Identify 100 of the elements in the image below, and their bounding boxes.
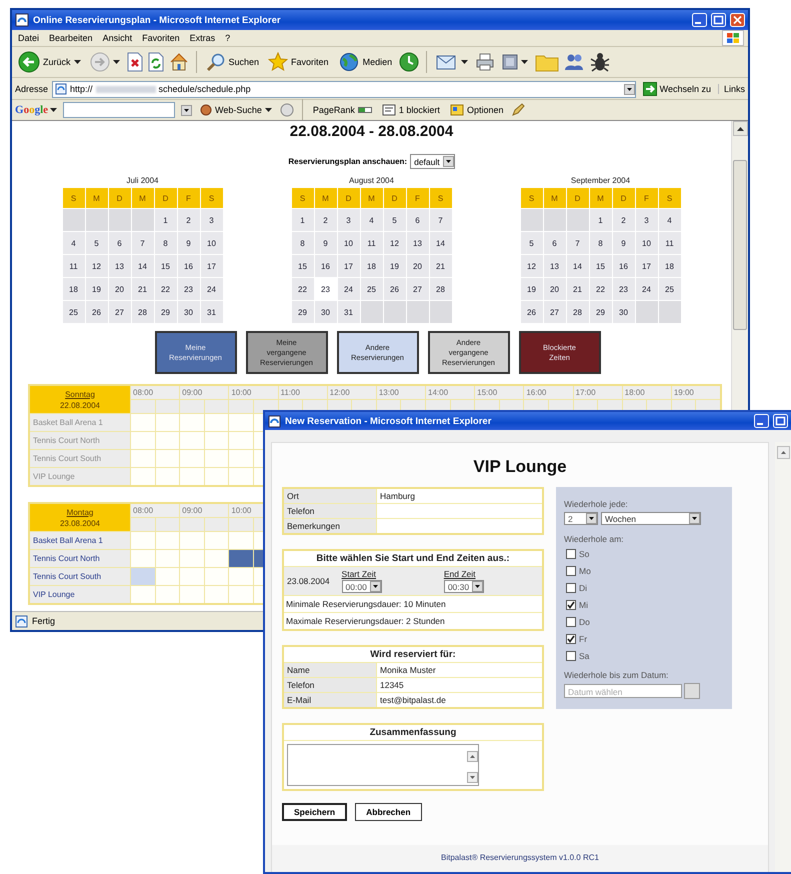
start-time-select[interactable]: 00:00 bbox=[342, 580, 382, 593]
schedule-cell[interactable] bbox=[204, 550, 228, 567]
calendar-day[interactable]: 1 bbox=[590, 209, 612, 231]
calendar-day[interactable]: 27 bbox=[406, 278, 428, 300]
end-time-select[interactable]: 00:30 bbox=[444, 580, 484, 593]
edit-button[interactable] bbox=[500, 53, 530, 71]
calendar-day[interactable]: 3 bbox=[338, 209, 360, 231]
minimize-icon[interactable] bbox=[754, 414, 769, 428]
schedule-cell[interactable] bbox=[204, 468, 228, 485]
home-icon[interactable] bbox=[168, 52, 189, 72]
save-button[interactable]: Speichern bbox=[282, 803, 348, 821]
calendar-day[interactable]: 28 bbox=[566, 301, 588, 323]
schedule-cell[interactable] bbox=[204, 450, 228, 467]
menu-item[interactable]: Ansicht bbox=[102, 33, 132, 43]
calendar-day[interactable]: 6 bbox=[108, 232, 130, 254]
calendar-day[interactable]: 26 bbox=[520, 301, 542, 323]
checkbox[interactable] bbox=[566, 600, 576, 610]
menu-item[interactable]: Bearbeiten bbox=[49, 33, 93, 43]
schedule-cell[interactable] bbox=[156, 586, 180, 603]
schedule-cell[interactable] bbox=[229, 432, 253, 449]
schedule-cell[interactable] bbox=[229, 414, 253, 431]
calendar-day[interactable]: 12 bbox=[520, 255, 542, 277]
scroll-up-button[interactable] bbox=[467, 751, 478, 762]
calendar-day[interactable]: 4 bbox=[658, 209, 680, 231]
search-icon[interactable] bbox=[206, 52, 226, 72]
day-name[interactable]: Montag bbox=[30, 506, 130, 518]
schedule-cell[interactable] bbox=[131, 414, 155, 431]
calendar-day[interactable]: 30 bbox=[612, 301, 634, 323]
calendar-day[interactable]: 26 bbox=[384, 278, 406, 300]
calendar-day[interactable]: 8 bbox=[292, 232, 314, 254]
repeat-interval-select[interactable]: 2 bbox=[564, 512, 598, 525]
calendar-day[interactable]: 8 bbox=[154, 232, 176, 254]
globe-icon[interactable] bbox=[338, 52, 360, 72]
calendar-day[interactable]: 24 bbox=[636, 278, 658, 300]
calendar-day[interactable]: 17 bbox=[636, 255, 658, 277]
schedule-cell[interactable] bbox=[156, 432, 180, 449]
menu-item[interactable]: Favoriten bbox=[142, 33, 180, 43]
calendar-day[interactable]: 21 bbox=[566, 278, 588, 300]
schedule-cell[interactable] bbox=[204, 432, 228, 449]
schedule-cell[interactable] bbox=[180, 568, 204, 585]
calendar-day[interactable]: 27 bbox=[544, 301, 566, 323]
calendar-day[interactable]: 9 bbox=[314, 232, 336, 254]
calendar-day[interactable]: 6 bbox=[544, 232, 566, 254]
calendar-day[interactable]: 17 bbox=[200, 255, 222, 277]
calendar-day[interactable]: 16 bbox=[314, 255, 336, 277]
address-field[interactable]: http:// schedule/schedule.php bbox=[52, 80, 636, 98]
checkbox[interactable] bbox=[566, 617, 576, 627]
pagerank-button[interactable]: PageRank bbox=[310, 105, 374, 115]
calendar-day[interactable]: 11 bbox=[658, 232, 680, 254]
calendar-day[interactable]: 28 bbox=[132, 301, 154, 323]
calendar-day[interactable]: 23 bbox=[178, 278, 200, 300]
calendar-day[interactable]: 4 bbox=[360, 209, 382, 231]
schedule-cell[interactable] bbox=[204, 586, 228, 603]
calendar-day[interactable]: 7 bbox=[132, 232, 154, 254]
popup-blocker-button[interactable]: 1 blockiert bbox=[380, 104, 442, 116]
calendar-day[interactable]: 30 bbox=[178, 301, 200, 323]
schedule-cell[interactable] bbox=[156, 468, 180, 485]
repeat-unit-select[interactable]: Wochen bbox=[601, 512, 701, 525]
checkbox[interactable] bbox=[566, 549, 576, 559]
calendar-day[interactable]: 31 bbox=[338, 301, 360, 323]
cancel-button[interactable]: Abbrechen bbox=[355, 803, 422, 821]
schedule-cell[interactable] bbox=[131, 468, 155, 485]
calendar-day[interactable]: 2 bbox=[178, 209, 200, 231]
calendar-day[interactable]: 13 bbox=[406, 232, 428, 254]
checkbox[interactable] bbox=[566, 651, 576, 661]
schedule-cell[interactable] bbox=[131, 550, 155, 567]
stop-icon[interactable] bbox=[126, 52, 143, 72]
calendar-day[interactable]: 6 bbox=[406, 209, 428, 231]
calendar-day[interactable]: 22 bbox=[154, 278, 176, 300]
calendar-day[interactable]: 11 bbox=[360, 232, 382, 254]
favorites-button[interactable]: Favoriten bbox=[266, 52, 331, 72]
schedule-cell[interactable] bbox=[204, 532, 228, 549]
calendar-day[interactable]: 14 bbox=[132, 255, 154, 277]
mail-button[interactable] bbox=[434, 53, 470, 71]
forward-icon[interactable] bbox=[90, 52, 110, 72]
calendar-day[interactable]: 16 bbox=[178, 255, 200, 277]
schedule-cell[interactable] bbox=[156, 414, 180, 431]
calendar-day[interactable]: 3 bbox=[636, 209, 658, 231]
calendar-day[interactable]: 11 bbox=[62, 255, 84, 277]
bug-icon[interactable] bbox=[589, 51, 612, 73]
schedule-cell[interactable] bbox=[156, 568, 180, 585]
refresh-icon[interactable] bbox=[148, 52, 164, 72]
schedule-cell[interactable] bbox=[229, 568, 253, 585]
schedule-cell[interactable] bbox=[131, 586, 155, 603]
web-search-button[interactable]: Web-Suche bbox=[198, 104, 274, 116]
resource-name[interactable]: Tennis Court North bbox=[30, 550, 130, 567]
schedule-cell[interactable] bbox=[180, 432, 204, 449]
schedule-cell[interactable] bbox=[229, 468, 253, 485]
calendar-day[interactable]: 20 bbox=[544, 278, 566, 300]
calendar-day[interactable]: 19 bbox=[520, 278, 542, 300]
schedule-cell[interactable] bbox=[156, 532, 180, 549]
calendar-day[interactable]: 21 bbox=[430, 255, 452, 277]
calendar-day[interactable]: 2 bbox=[612, 209, 634, 231]
resource-name[interactable]: VIP Lounge bbox=[30, 586, 130, 603]
calendar-day[interactable]: 5 bbox=[520, 232, 542, 254]
resource-name[interactable]: Tennis Court South bbox=[30, 568, 130, 585]
schedule-cell[interactable] bbox=[180, 468, 204, 485]
people-icon[interactable] bbox=[564, 52, 584, 72]
links-label[interactable]: Links bbox=[718, 84, 745, 94]
schedule-cell[interactable] bbox=[229, 532, 253, 549]
